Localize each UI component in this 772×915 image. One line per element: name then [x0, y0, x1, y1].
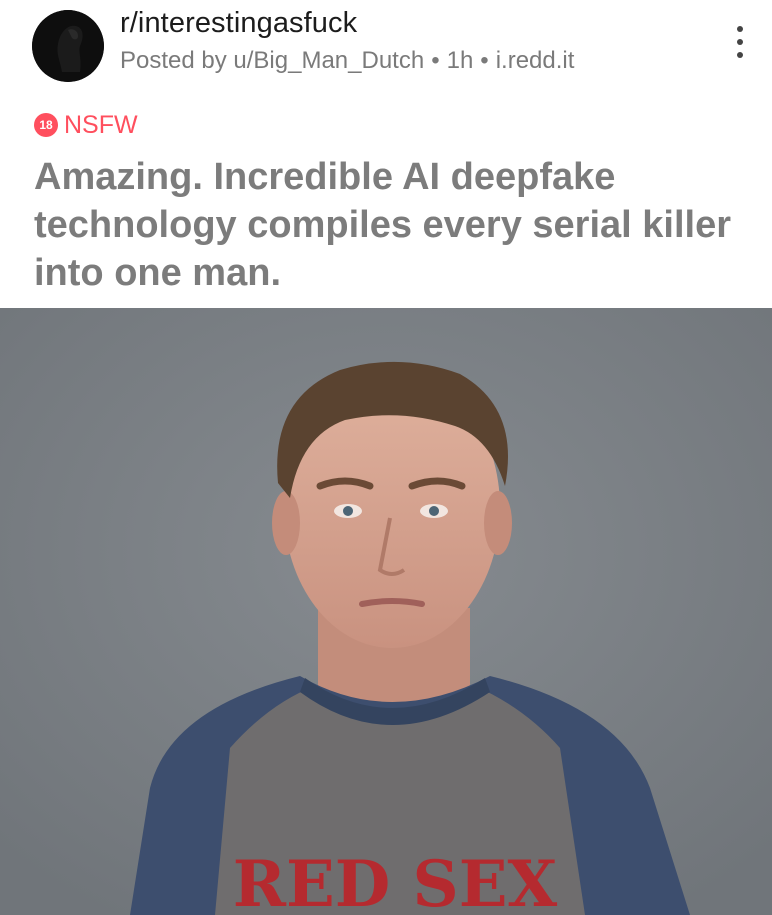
post-meta: Posted by u/Big_Man_Dutch • 1h • i.redd.it: [120, 47, 574, 75]
post-header: r/interestingasfuck Posted by u/Big_Man_…: [0, 0, 772, 308]
post-domain-link[interactable]: i.redd.it: [496, 47, 575, 74]
nsfw-tag: 18 NSFW: [34, 110, 138, 140]
menu-dot: [737, 26, 743, 32]
subreddit-avatar-icon[interactable]: [32, 10, 104, 82]
subreddit-name[interactable]: r/interestingasfuck: [120, 7, 357, 40]
post-title[interactable]: Amazing. Incredible AI deepfake technolo…: [34, 153, 744, 297]
separator-dot: •: [431, 47, 440, 74]
post-time: 1h: [446, 47, 474, 74]
nsfw-18-badge: 18: [34, 113, 58, 137]
menu-dot: [737, 52, 743, 58]
nsfw-label: NSFW: [64, 110, 138, 139]
menu-dot: [737, 39, 743, 45]
shirt-text: RED SEX: [233, 847, 558, 915]
posted-by-link[interactable]: Posted by u/Big_Man_Dutch: [120, 47, 424, 74]
post-image[interactable]: RED SEX: [0, 308, 772, 915]
more-vertical-icon[interactable]: [724, 22, 756, 62]
separator-dot: •: [480, 47, 489, 74]
